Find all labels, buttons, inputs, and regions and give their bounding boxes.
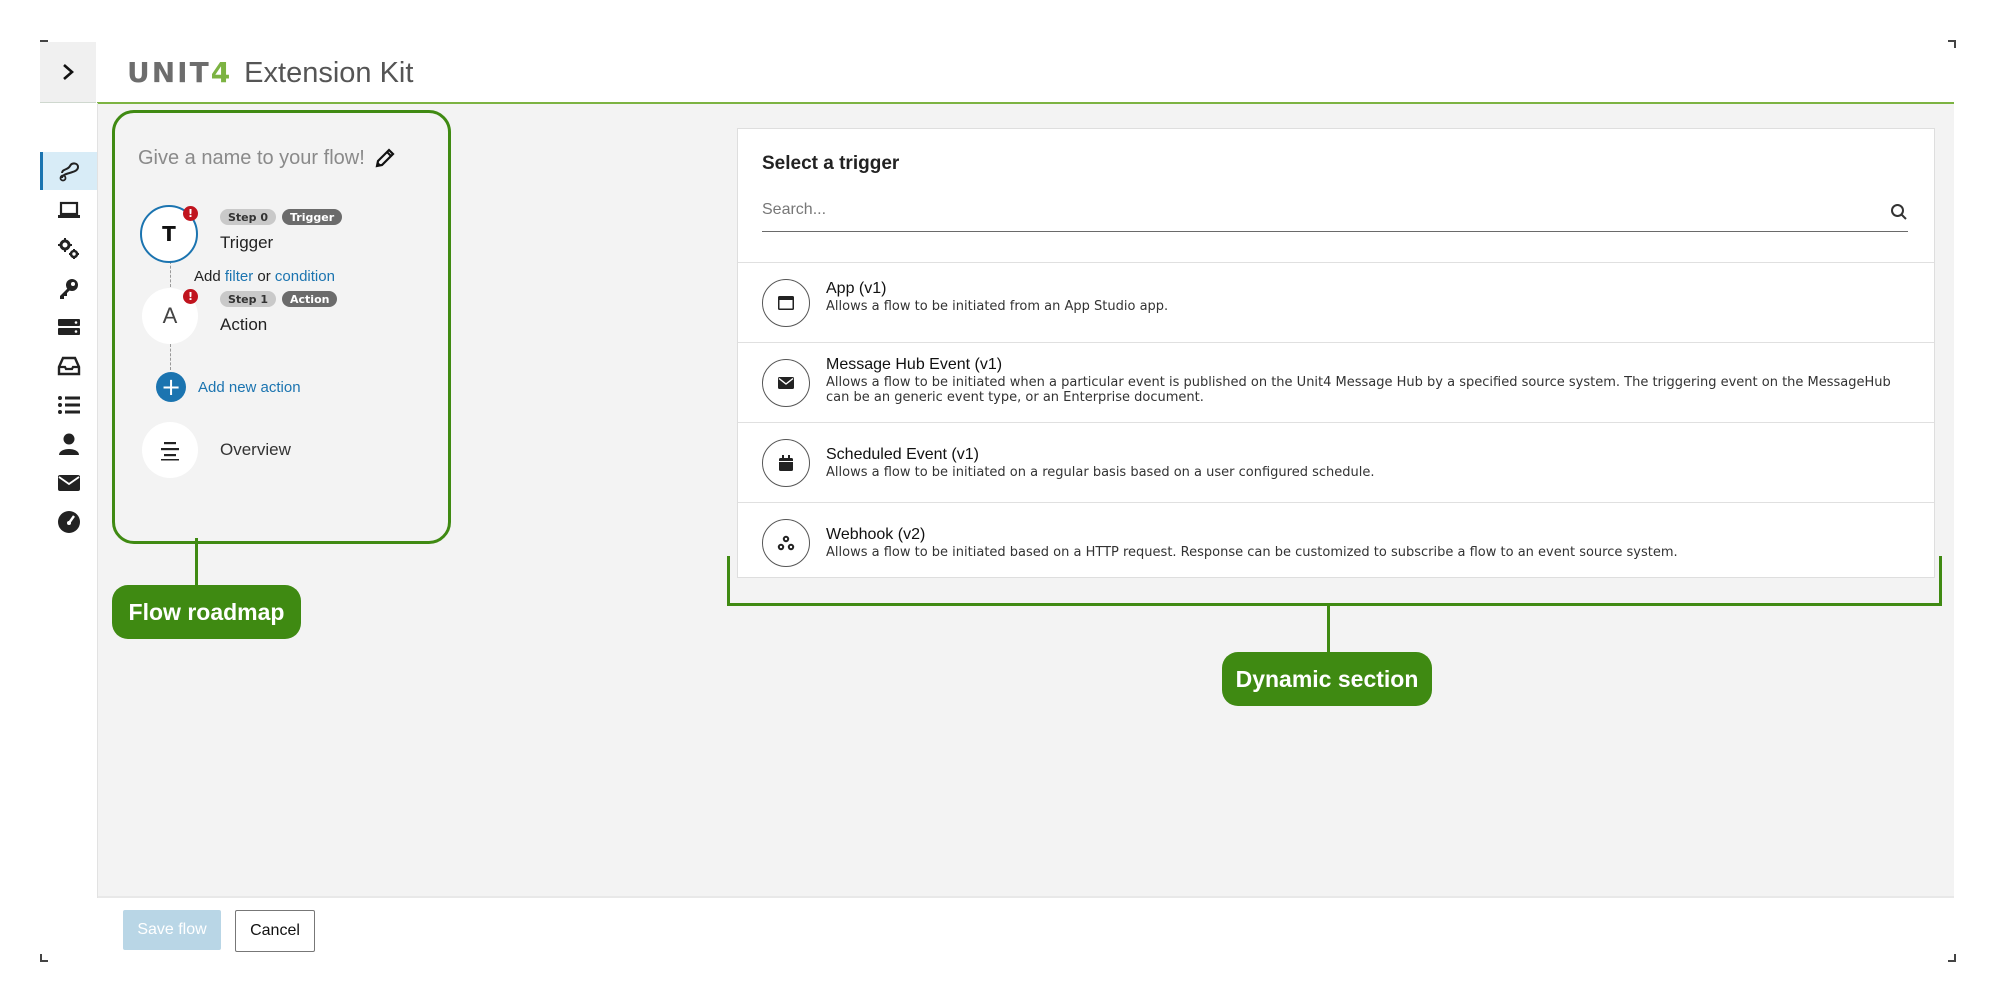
dashboard-icon bbox=[57, 511, 80, 533]
align-center-icon bbox=[161, 442, 179, 461]
sidebar-item-users[interactable] bbox=[40, 425, 97, 463]
inbox-icon bbox=[57, 356, 80, 376]
sidebar-item-apps[interactable] bbox=[40, 191, 97, 229]
add-condition-link[interactable]: condition bbox=[275, 268, 335, 285]
step-number-badge: Step 1 bbox=[220, 291, 276, 307]
bracket-bottom bbox=[727, 603, 1942, 606]
sidebar-item-dashboard[interactable] bbox=[40, 503, 97, 541]
sidebar-item-lists[interactable] bbox=[40, 386, 97, 424]
error-badge: ! bbox=[183, 289, 198, 304]
trigger-step-label[interactable]: Trigger bbox=[220, 233, 273, 253]
calendar-icon bbox=[762, 439, 810, 487]
key-icon bbox=[59, 279, 78, 299]
bracket-right bbox=[1939, 556, 1942, 606]
envelope-icon bbox=[762, 359, 810, 407]
bracket-left bbox=[727, 556, 730, 606]
trigger-option-app[interactable]: App (v1) Allows a flow to be initiated f… bbox=[738, 262, 1934, 343]
step-kind-badge: Trigger bbox=[282, 209, 343, 225]
or-text: or bbox=[257, 268, 271, 285]
add-new-action-label: Add new action bbox=[198, 378, 301, 396]
flow-name-placeholder: Give a name to your flow! bbox=[138, 146, 365, 169]
cancel-button[interactable]: Cancel bbox=[235, 910, 315, 952]
app-window-icon bbox=[762, 279, 810, 327]
sidebar-item-inbox[interactable] bbox=[40, 347, 97, 385]
add-filter-condition: Add filter or condition bbox=[194, 268, 335, 285]
chevron-right-icon bbox=[63, 64, 74, 80]
plus-icon: + bbox=[156, 372, 186, 402]
flow-roadmap-callout: Flow roadmap bbox=[112, 585, 301, 639]
overview-node[interactable] bbox=[142, 422, 198, 478]
add-filter-link[interactable]: filter bbox=[225, 268, 253, 285]
trigger-search-input[interactable] bbox=[762, 193, 1862, 227]
trigger-search bbox=[762, 193, 1908, 232]
trigger-option-name: Scheduled Event (v1) bbox=[826, 446, 979, 463]
dynamic-section-callout: Dynamic section bbox=[1222, 652, 1432, 706]
panel-title: Select a trigger bbox=[762, 153, 900, 174]
sidebar-item-keys[interactable] bbox=[40, 269, 97, 307]
frame-corner bbox=[40, 954, 48, 962]
trigger-option-name: Message Hub Event (v1) bbox=[826, 356, 1003, 373]
step-kind-badge: Action bbox=[282, 291, 338, 307]
sidebar-item-storage[interactable] bbox=[40, 308, 97, 346]
trigger-option-description: Allows a flow to be initiated when a par… bbox=[826, 375, 1891, 405]
callout-connector bbox=[1327, 604, 1330, 654]
error-badge: ! bbox=[183, 206, 198, 221]
trigger-option-webhook[interactable]: Webhook (v2) Allows a flow to be initiat… bbox=[738, 502, 1934, 578]
trigger-option-scheduled[interactable]: Scheduled Event (v1) Allows a flow to be… bbox=[738, 422, 1934, 503]
add-new-action-button[interactable]: + Add new action bbox=[156, 372, 301, 402]
overview-label[interactable]: Overview bbox=[220, 440, 291, 460]
sidebar-toggle-button[interactable] bbox=[40, 42, 96, 103]
add-text: Add bbox=[194, 268, 221, 285]
sidebar-item-flows[interactable] bbox=[40, 152, 97, 190]
unit4-logo: UNIT4 bbox=[127, 56, 232, 89]
user-icon bbox=[58, 433, 79, 455]
laptop-icon bbox=[57, 201, 80, 218]
footer-bar: Save flow Cancel bbox=[98, 896, 1954, 960]
list-icon bbox=[57, 396, 80, 414]
trigger-step-letter: T bbox=[162, 222, 176, 246]
trigger-option-description: Allows a flow to be initiated from an Ap… bbox=[826, 299, 1169, 314]
trigger-selection-panel: Select a trigger App (v1) Allows a flow … bbox=[737, 128, 1935, 578]
brand: UNIT4 Extension Kit bbox=[127, 56, 413, 90]
webhook-icon bbox=[762, 519, 810, 567]
pencil-icon bbox=[375, 148, 395, 168]
search-icon[interactable] bbox=[1890, 203, 1908, 221]
app-title: Extension Kit bbox=[244, 57, 414, 89]
trigger-option-name: App (v1) bbox=[826, 280, 887, 297]
flow-name-editor[interactable]: Give a name to your flow! bbox=[138, 146, 397, 170]
gears-icon bbox=[57, 238, 79, 259]
envelope-icon bbox=[57, 475, 80, 491]
sidebar-nav bbox=[40, 103, 98, 898]
action-step-letter: A bbox=[162, 303, 178, 328]
step-number-badge: Step 0 bbox=[220, 209, 276, 225]
save-flow-button[interactable]: Save flow bbox=[123, 910, 221, 950]
app-header: UNIT4 Extension Kit bbox=[97, 42, 1954, 104]
flow-icon bbox=[59, 162, 80, 182]
step-connector bbox=[170, 344, 172, 370]
action-step-label[interactable]: Action bbox=[220, 315, 267, 335]
logo-text: UNIT bbox=[127, 56, 211, 89]
trigger-option-name: Webhook (v2) bbox=[826, 526, 926, 543]
server-icon bbox=[57, 319, 80, 335]
trigger-option-description: Allows a flow to be initiated based on a… bbox=[826, 545, 1678, 560]
trigger-option-description: Allows a flow to be initiated on a regul… bbox=[826, 465, 1375, 480]
trigger-option-message-hub[interactable]: Message Hub Event (v1) Allows a flow to … bbox=[738, 342, 1934, 423]
logo-number: 4 bbox=[210, 56, 233, 89]
step-connector bbox=[170, 261, 172, 287]
sidebar-item-settings[interactable] bbox=[40, 230, 97, 268]
callout-connector bbox=[195, 538, 198, 586]
sidebar-item-mail[interactable] bbox=[40, 464, 97, 502]
